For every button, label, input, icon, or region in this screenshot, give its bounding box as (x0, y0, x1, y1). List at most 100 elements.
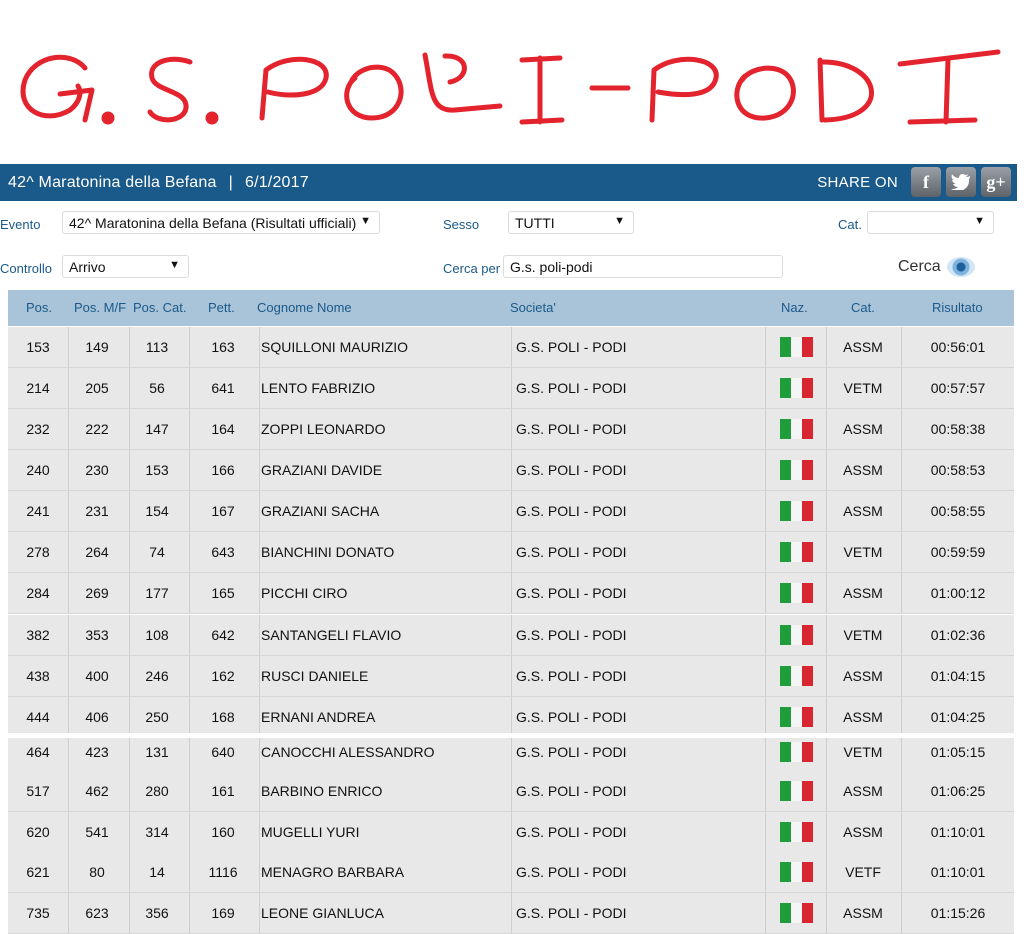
italy-flag-icon (780, 337, 813, 357)
cerca-per-input-value: G.s. poli-podi (510, 258, 593, 275)
cerca-button[interactable]: Cerca (898, 257, 975, 277)
cell-pett: 643 (211, 544, 235, 560)
cell-pett: 641 (211, 380, 235, 396)
col-header-pos-mf[interactable]: Pos. M/F (74, 300, 126, 315)
cell-cognome-nome[interactable]: LENTO FABRIZIO (261, 380, 375, 396)
column-divider (765, 893, 766, 933)
cell-societa: G.S. POLI - PODI (516, 544, 627, 560)
cell-cognome-nome[interactable]: BIANCHINI DONATO (261, 544, 394, 560)
cell-societa: G.S. POLI - PODI (516, 421, 627, 437)
italy-flag-icon (780, 378, 813, 398)
column-divider (511, 327, 512, 367)
cell-cat: ASSM (843, 709, 883, 725)
column-divider (765, 852, 766, 892)
italy-flag-icon (780, 707, 813, 727)
column-divider (765, 732, 766, 772)
column-divider (765, 327, 766, 367)
cell-pett: 160 (211, 824, 235, 840)
cell-cognome-nome[interactable]: MUGELLI YURI (261, 824, 360, 840)
column-divider (511, 656, 512, 696)
chevron-down-icon: ▼ (614, 215, 625, 227)
cell-cognome-nome[interactable]: ERNANI ANDREA (261, 709, 375, 725)
table-row: 517 462 280 161 BARBINO ENRICO G.S. POLI - PO… (8, 771, 1014, 812)
twitter-bird-icon (951, 174, 970, 190)
cell-cognome-nome[interactable]: GRAZIANI DAVIDE (261, 462, 382, 478)
cell-cognome-nome[interactable]: SQUILLONI MAURIZIO (261, 339, 408, 355)
twitter-icon[interactable] (946, 167, 976, 197)
cell-societa: G.S. POLI - PODI (516, 627, 627, 643)
cerca-button-label: Cerca (898, 258, 941, 275)
cell-risultato: 00:56:01 (930, 339, 986, 355)
cell-cognome-nome[interactable]: BARBINO ENRICO (261, 783, 382, 799)
cell-pett: 1116 (208, 864, 238, 880)
italy-flag-icon (780, 781, 813, 801)
controllo-select[interactable]: Arrivo ▼ (62, 255, 189, 278)
cell-cat: VETM (843, 544, 883, 560)
club-logo-banner (0, 0, 1027, 160)
cell-risultato: 00:59:59 (930, 544, 986, 560)
cell-societa: G.S. POLI - PODI (516, 783, 627, 799)
col-header-societa[interactable]: Societa' (510, 300, 556, 315)
cell-risultato: 01:04:15 (930, 668, 986, 684)
column-divider (511, 368, 512, 408)
col-header-pos-cat[interactable]: Pos. Cat. (133, 300, 186, 315)
col-header-cat[interactable]: Cat. (851, 300, 875, 315)
cerca-per-label: Cerca per (443, 261, 501, 276)
table-row: 438 400 246 162 RUSCI DANIELE G.S. POLI - POD… (8, 656, 1014, 697)
col-header-pos[interactable]: Pos. (26, 300, 52, 315)
cell-risultato: 01:06:25 (930, 783, 986, 799)
col-header-cognome-nome[interactable]: Cognome Nome (257, 300, 352, 315)
cell-pett: 640 (211, 744, 235, 760)
evento-label: Evento (0, 217, 41, 232)
cell-risultato: 01:10:01 (930, 824, 986, 840)
cat-select[interactable]: ▼ (867, 211, 994, 234)
column-divider (511, 450, 512, 490)
cell-societa: G.S. POLI - PODI (516, 462, 627, 478)
cell-risultato: 00:58:53 (930, 462, 986, 478)
sesso-label: Sesso (443, 217, 480, 232)
column-divider (511, 893, 512, 933)
cell-pett: 642 (211, 627, 235, 643)
table-row: 735 623 356 169 LEONE GIANLUCA G.S. POLI - PO… (8, 893, 1014, 934)
cell-cognome-nome[interactable]: ZOPPI LEONARDO (261, 421, 385, 437)
cell-cognome-nome[interactable]: RUSCI DANIELE (261, 668, 368, 684)
title-separator: | (228, 173, 233, 191)
facebook-icon[interactable]: f (911, 167, 941, 197)
col-header-risultato[interactable]: Risultato (932, 300, 983, 315)
cell-pett: 166 (211, 462, 235, 478)
cell-cognome-nome[interactable]: SANTANGELI FLAVIO (261, 627, 401, 643)
sesso-select[interactable]: TUTTI ▼ (508, 211, 634, 234)
evento-select-value: 42^ Maratonina della Befana (Risultati u… (69, 214, 357, 231)
table-row: 214 205 56 641 LENTO FABRIZIO G.S. POLI - POD… (8, 368, 1014, 409)
column-divider (765, 573, 766, 613)
italy-flag-icon (780, 625, 813, 645)
evento-select[interactable]: 42^ Maratonina della Befana (Risultati u… (62, 211, 380, 234)
event-title: 42^ Maratonina della Befana | 6/1/2017 (0, 174, 309, 192)
table-row: 620 541 314 160 MUGELLI YURI G.S. POLI - PODI… (8, 812, 1014, 853)
col-header-naz[interactable]: Naz. (781, 300, 808, 315)
table-row: 232 222 147 164 ZOPPI LEONARDO G.S. POLI - PO… (8, 409, 1014, 450)
cell-cognome-nome[interactable]: MENAGRO BARBARA (261, 864, 404, 880)
cell-cognome-nome[interactable]: LEONE GIANLUCA (261, 905, 384, 921)
column-divider (765, 409, 766, 449)
controllo-select-value: Arrivo (69, 258, 106, 275)
cell-cat: ASSM (843, 421, 883, 437)
cerca-per-input[interactable]: G.s. poli-podi (503, 255, 783, 278)
cell-cognome-nome[interactable]: CANOCCHI ALESSANDRO (261, 744, 434, 760)
cell-cognome-nome[interactable]: GRAZIANI SACHA (261, 503, 379, 519)
col-header-pett[interactable]: Pett. (208, 300, 235, 315)
google-plus-icon[interactable]: g+ (981, 167, 1011, 197)
cell-risultato: 00:57:57 (930, 380, 986, 396)
table-row: 153 149 113 163 SQUILLONI MAURIZIO G.S. POLI … (8, 327, 1014, 368)
italy-flag-icon (780, 419, 813, 439)
cat-label: Cat. (838, 217, 862, 232)
event-name: 42^ Maratonina della Befana (8, 173, 217, 191)
cell-cognome-nome[interactable]: PICCHI CIRO (261, 585, 347, 601)
cell-risultato: 00:58:38 (930, 421, 986, 437)
italy-flag-icon (780, 542, 813, 562)
cell-risultato: 01:02:36 (930, 627, 986, 643)
column-divider (511, 812, 512, 852)
column-divider (765, 656, 766, 696)
column-divider (765, 532, 766, 572)
italy-flag-icon (780, 822, 813, 842)
